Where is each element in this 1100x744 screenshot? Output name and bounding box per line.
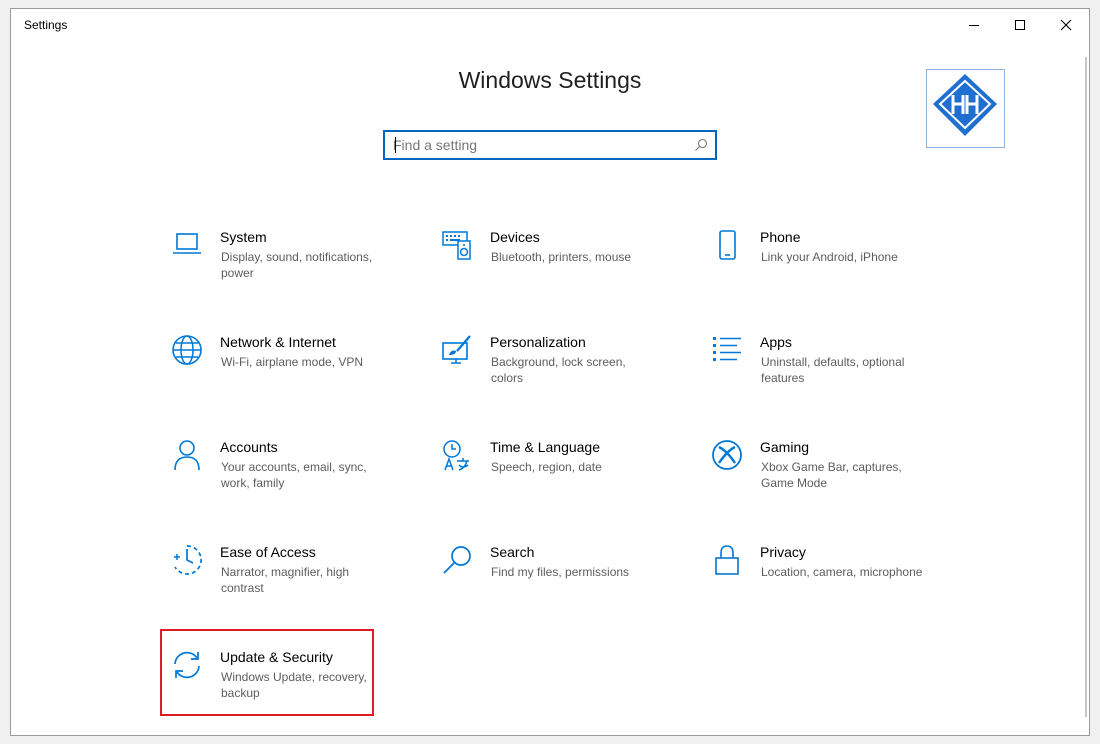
- sync-icon: [171, 649, 203, 681]
- category-personalization[interactable]: Personalization Background, lock screen, …: [441, 334, 671, 414]
- title-bar[interactable]: Settings: [11, 9, 1089, 41]
- close-icon: [1060, 19, 1072, 31]
- category-phone[interactable]: Phone Link your Android, iPhone: [711, 229, 941, 309]
- settings-window: Settings Windows Settings SystemDisplay: [10, 8, 1090, 736]
- category-description: Bluetooth, printers, mouse: [491, 250, 632, 264]
- category-network-and-internet[interactable]: Network & Internet Wi-Fi, airplane mode, …: [171, 334, 401, 414]
- person-icon: [171, 439, 203, 471]
- category-system[interactable]: System Display, sound, notifications, pow…: [171, 229, 401, 309]
- search-input[interactable]: [393, 132, 683, 158]
- search-icon[interactable]: [694, 138, 708, 157]
- category-title: System: [220, 229, 267, 245]
- xbox-icon: [711, 439, 743, 471]
- category-description: Speech, region, date: [491, 460, 602, 474]
- paint-icon: [441, 334, 473, 366]
- category-title: Network & Internet: [220, 334, 336, 350]
- category-gaming[interactable]: Gaming Xbox Game Bar, captures, Game Mode: [711, 439, 941, 519]
- category-description: Windows Update, recovery, backup: [221, 670, 367, 700]
- minimize-button[interactable]: [951, 9, 997, 41]
- category-search[interactable]: Search Find my files, permissions: [441, 544, 671, 624]
- phone-icon: [711, 229, 743, 261]
- category-title: Personalization: [490, 334, 586, 350]
- category-description: Uninstall, defaults, optional features: [761, 355, 905, 385]
- category-ease-of-access[interactable]: Ease of Access Narrator, magnifier, high …: [171, 544, 401, 624]
- category-description: Your accounts, email, sync, work, family: [221, 460, 367, 490]
- maximize-button[interactable]: [997, 9, 1043, 41]
- scrollbar[interactable]: [1085, 57, 1087, 717]
- category-accounts[interactable]: Accounts Your accounts, email, sync, work…: [171, 439, 401, 519]
- brand-logo: [926, 69, 1005, 148]
- category-title: Ease of Access: [220, 544, 316, 560]
- category-update-and-security[interactable]: Update & Security Windows Update, recover…: [171, 649, 401, 729]
- category-description: Find my files, permissions: [491, 565, 630, 579]
- category-title: Phone: [760, 229, 801, 245]
- category-description: Display, sound, notifications, power: [221, 250, 373, 280]
- laptop-icon: [171, 229, 203, 261]
- category-devices[interactable]: Devices Bluetooth, printers, mouse: [441, 229, 671, 309]
- search-box[interactable]: [383, 130, 717, 160]
- globe-icon: [171, 334, 203, 366]
- window-title: Settings: [24, 18, 68, 32]
- category-title: Search: [490, 544, 535, 560]
- text-caret: [395, 137, 396, 153]
- minimize-icon: [969, 25, 979, 26]
- search-icon: [441, 544, 473, 576]
- category-description: Location, camera, microphone: [761, 565, 923, 579]
- close-button[interactable]: [1043, 9, 1089, 41]
- lock-icon: [711, 544, 743, 576]
- category-title: Gaming: [760, 439, 810, 455]
- category-privacy[interactable]: Privacy Location, camera, microphone: [711, 544, 941, 624]
- category-description: Narrator, magnifier, high contrast: [221, 565, 350, 595]
- category-title: Accounts: [220, 439, 278, 455]
- category-apps[interactable]: Apps Uninstall, defaults, optional featur…: [711, 334, 941, 414]
- category-time-and-language[interactable]: Time & Language Speech, region, date: [441, 439, 671, 519]
- category-description: Background, lock screen, colors: [491, 355, 626, 385]
- category-description: Xbox Game Bar, captures, Game Mode: [761, 460, 902, 490]
- category-title: Privacy: [760, 544, 806, 560]
- maximize-icon: [1015, 20, 1025, 30]
- category-title: Apps: [760, 334, 792, 350]
- category-title: Time & Language: [490, 439, 600, 455]
- category-description: Wi-Fi, airplane mode, VPN: [221, 355, 364, 369]
- apps-list-icon: [711, 334, 743, 366]
- devices-icon: [441, 229, 473, 261]
- category-title: Devices: [490, 229, 540, 245]
- category-description: Link your Android, iPhone: [761, 250, 898, 264]
- category-title: Update & Security: [220, 649, 333, 665]
- ease-of-access-icon: [171, 544, 203, 576]
- time-language-icon: [441, 439, 473, 471]
